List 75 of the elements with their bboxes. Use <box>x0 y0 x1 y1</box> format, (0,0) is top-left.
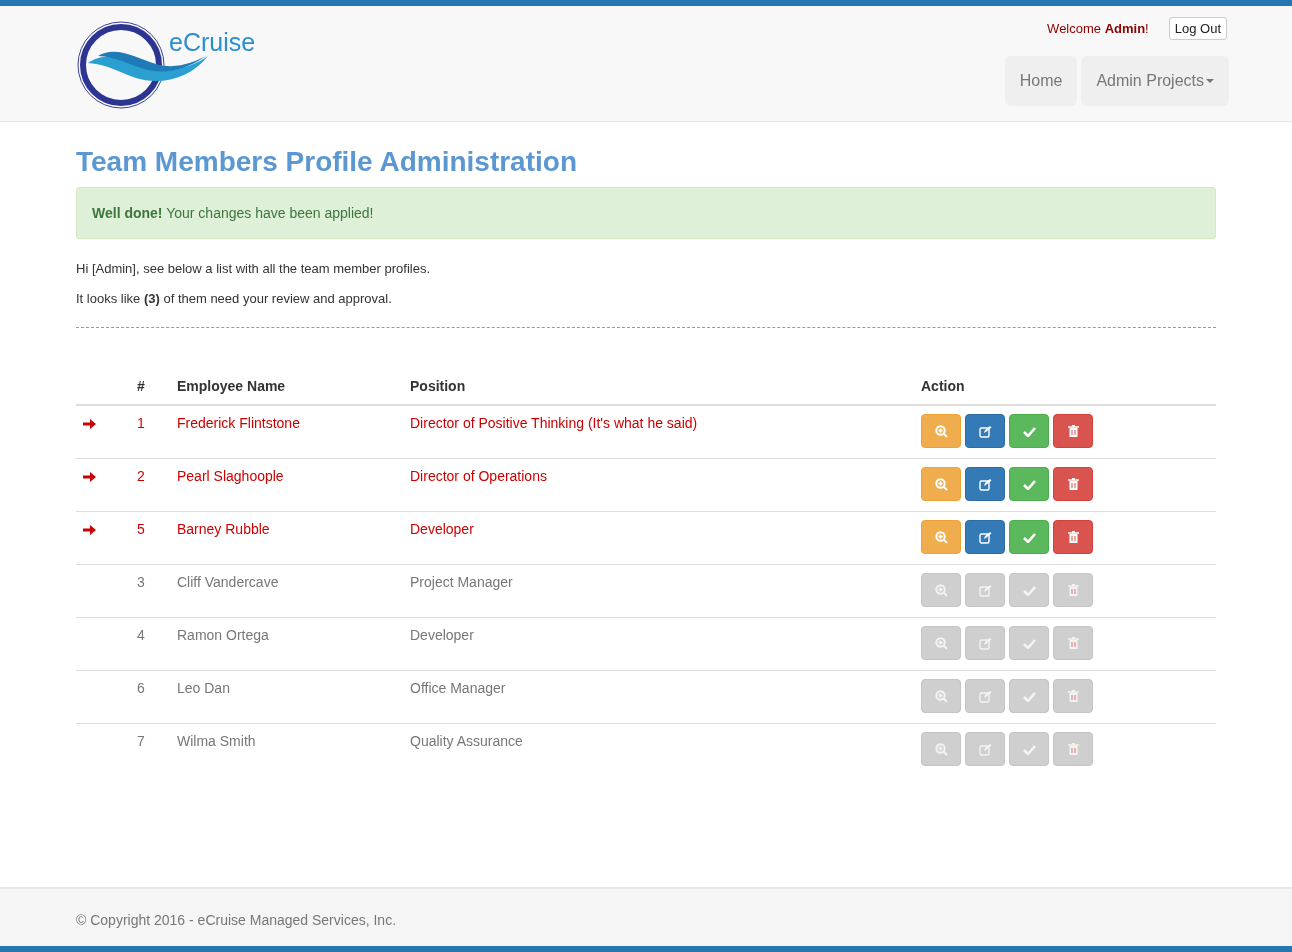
column-header: # <box>137 378 145 394</box>
delete-button[interactable] <box>1053 414 1093 448</box>
delete-button[interactable] <box>1053 520 1093 554</box>
table-cell: Quality Assurance <box>410 733 523 749</box>
trash-icon <box>1067 531 1079 543</box>
zoom-button[interactable] <box>921 520 961 554</box>
delete-button[interactable] <box>1053 467 1093 501</box>
table-cell: 4 <box>137 627 145 643</box>
table-cell: Cliff Vandercave <box>177 574 279 590</box>
table-cell: 5 <box>137 521 145 537</box>
zoom-in-icon <box>934 583 948 597</box>
table-cell: Developer <box>410 521 474 537</box>
table-cell: Ramon Ortega <box>177 627 269 643</box>
zoom-in-icon <box>934 742 948 756</box>
table-cell: Pearl Slaghoople <box>177 468 284 484</box>
zoom-in-icon <box>934 477 948 491</box>
table-cell: 6 <box>137 680 145 696</box>
edit-button[interactable] <box>965 467 1005 501</box>
table-cell: Leo Dan <box>177 680 230 696</box>
checkmark-icon <box>1022 584 1036 596</box>
edit-icon <box>978 636 992 650</box>
nav-link[interactable]: Home <box>1004 56 1078 106</box>
checkmark-icon <box>1022 531 1036 543</box>
nav-link[interactable]: Admin Projects <box>1081 56 1229 106</box>
column-header: Action <box>921 378 965 394</box>
table-cell: Office Manager <box>410 680 506 696</box>
checkmark-icon <box>1022 478 1036 490</box>
page-title: Team Members Profile Administration <box>76 146 578 178</box>
column-header: Position <box>410 378 466 394</box>
trash-icon <box>1067 743 1079 755</box>
approve-button[interactable] <box>1009 467 1049 501</box>
table-cell: Frederick Flintstone <box>177 415 300 431</box>
zoom-in-icon <box>934 530 948 544</box>
edit-button[interactable] <box>965 520 1005 554</box>
table-cell: Director of Operations <box>410 468 547 484</box>
column-header: Employee Name <box>177 378 286 394</box>
trash-icon <box>1067 690 1079 702</box>
logout-button[interactable]: Log Out <box>1168 17 1227 40</box>
edit-icon <box>978 424 992 438</box>
zoom-button[interactable] <box>921 467 961 501</box>
table-cell: Wilma Smith <box>177 733 256 749</box>
success-alert: Well done! Your changes have been applied! <box>76 187 1216 239</box>
table-cell: Project Manager <box>410 574 513 590</box>
edit-icon <box>978 689 992 703</box>
table-cell: Barney Rubble <box>177 521 270 537</box>
zoom-in-icon <box>934 689 948 703</box>
zoom-in-icon <box>934 636 948 650</box>
trash-icon <box>1067 478 1079 490</box>
trash-icon <box>1067 637 1079 649</box>
checkmark-icon <box>1022 637 1036 649</box>
edit-button[interactable] <box>965 414 1005 448</box>
table-cell: 1 <box>137 415 145 431</box>
logo-text: eCruise <box>169 28 256 57</box>
intro-text: It looks like (3) of them need your review and approval. <box>76 291 393 306</box>
zoom-in-icon <box>934 424 948 438</box>
edit-icon <box>978 477 992 491</box>
welcome-text: Welcome Admin! <box>1047 21 1149 36</box>
approve-button[interactable] <box>1009 520 1049 554</box>
table-cell: 7 <box>137 733 145 749</box>
edit-icon <box>978 530 992 544</box>
table-cell: Director of Positive Thinking (It's what he said) <box>410 415 698 431</box>
approve-button[interactable] <box>1009 414 1049 448</box>
table-cell: Developer <box>410 627 474 643</box>
table-cell: 2 <box>137 468 145 484</box>
zoom-button[interactable] <box>921 414 961 448</box>
trash-icon <box>1067 425 1079 437</box>
trash-icon <box>1067 584 1079 596</box>
checkmark-icon <box>1022 690 1036 702</box>
edit-icon <box>978 742 992 756</box>
copyright-text: © Copyright 2016 - eCruise Managed Services, Inc. <box>76 912 397 928</box>
intro-text: Hi [Admin], see below a list with all the team member profiles. <box>76 261 432 276</box>
checkmark-icon <box>1022 425 1036 437</box>
edit-icon <box>978 583 992 597</box>
checkmark-icon <box>1022 743 1036 755</box>
table-cell: 3 <box>137 574 145 590</box>
